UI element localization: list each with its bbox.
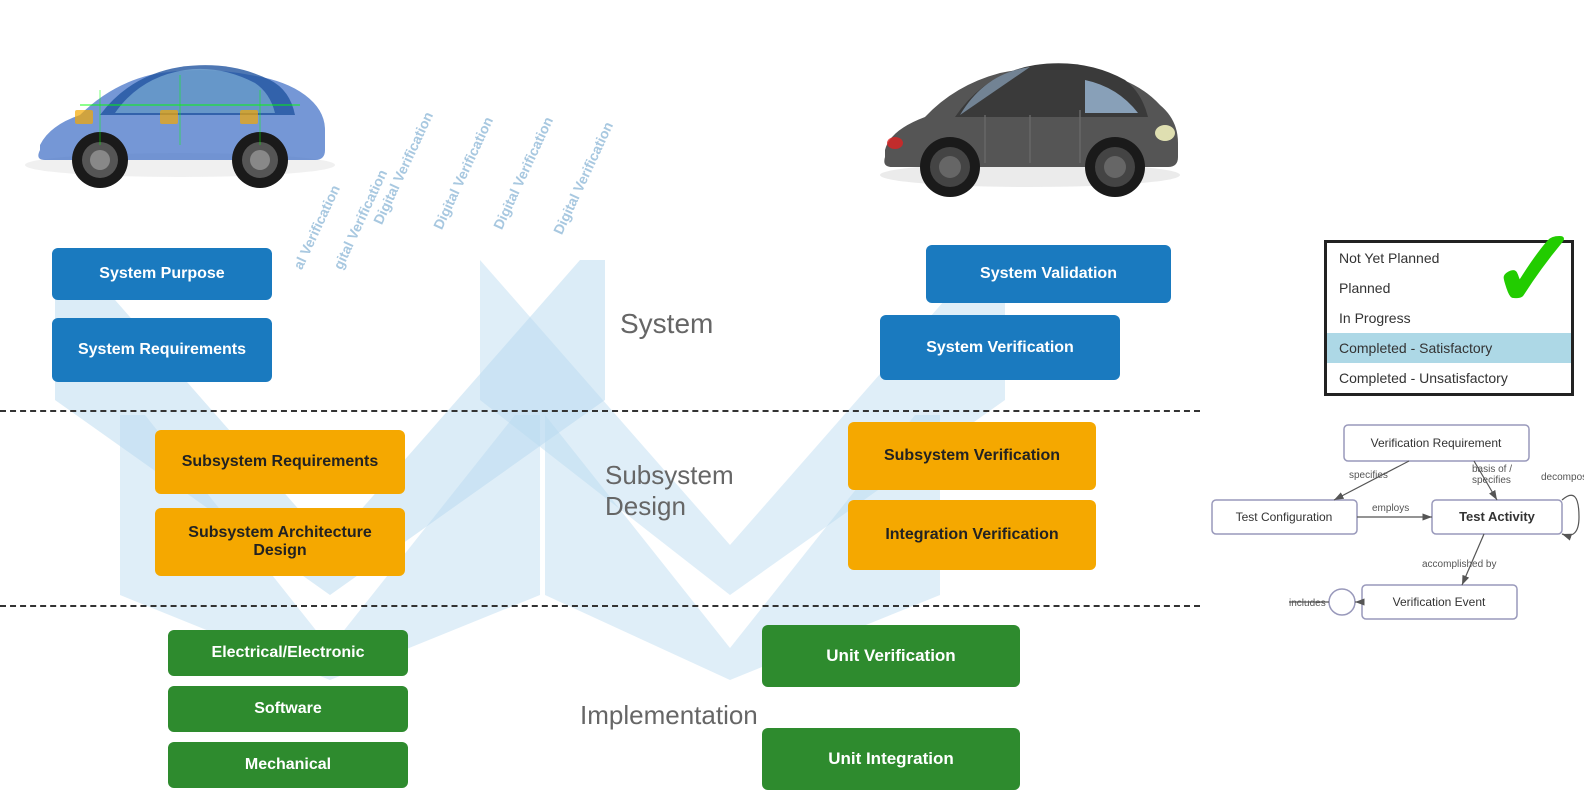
- status-completed-satisfactory[interactable]: Completed - Satisfactory: [1327, 333, 1571, 363]
- svg-text:Verification Event: Verification Event: [1393, 595, 1486, 609]
- checkmark-icon: ✓: [1489, 215, 1581, 325]
- divider-subsystem-impl: [0, 605, 1200, 607]
- subsystem-architecture-design-box[interactable]: Subsystem Architecture Design: [155, 508, 405, 576]
- electrical-electronic-box[interactable]: Electrical/Electronic: [168, 630, 408, 676]
- svg-text:decomposed by: decomposed by: [1541, 472, 1584, 483]
- system-requirements-box[interactable]: System Requirements: [52, 318, 272, 382]
- svg-text:Test Configuration: Test Configuration: [1236, 510, 1333, 524]
- svg-text:accomplished by: accomplished by: [1422, 559, 1496, 570]
- svg-text:Test Activity: Test Activity: [1459, 509, 1536, 524]
- unit-verification-box[interactable]: Unit Verification: [762, 625, 1020, 687]
- svg-text:specifies: specifies: [1472, 475, 1511, 486]
- integration-verification-box[interactable]: Integration Verification: [848, 500, 1096, 570]
- divider-system-subsystem: [0, 410, 1200, 412]
- system-purpose-box[interactable]: System Purpose: [52, 248, 272, 300]
- status-completed-unsatisfactory[interactable]: Completed - Unsatisfactory: [1327, 363, 1571, 393]
- mechanical-box[interactable]: Mechanical: [168, 742, 408, 788]
- software-box[interactable]: Software: [168, 686, 408, 732]
- subsystem-requirements-box[interactable]: Subsystem Requirements: [155, 430, 405, 494]
- svg-text:specifies: specifies: [1349, 470, 1388, 481]
- section-label-implementation: Implementation: [580, 700, 758, 731]
- section-label-system: System: [620, 308, 713, 340]
- svg-text:basis of /: basis of /: [1472, 464, 1512, 475]
- subsystem-verification-box[interactable]: Subsystem Verification: [848, 422, 1096, 490]
- system-validation-box[interactable]: System Validation: [926, 245, 1171, 303]
- svg-text:includes: includes: [1289, 598, 1326, 609]
- svg-text:Verification Requirement: Verification Requirement: [1371, 436, 1502, 450]
- system-verification-box[interactable]: System Verification: [880, 315, 1120, 380]
- svg-text:employs: employs: [1372, 503, 1409, 514]
- unit-integration-box[interactable]: Unit Integration: [762, 728, 1020, 790]
- section-label-subsystem: Subsystem Design: [605, 460, 734, 522]
- verification-diagram: Verification Requirement Test Configurat…: [1194, 420, 1574, 640]
